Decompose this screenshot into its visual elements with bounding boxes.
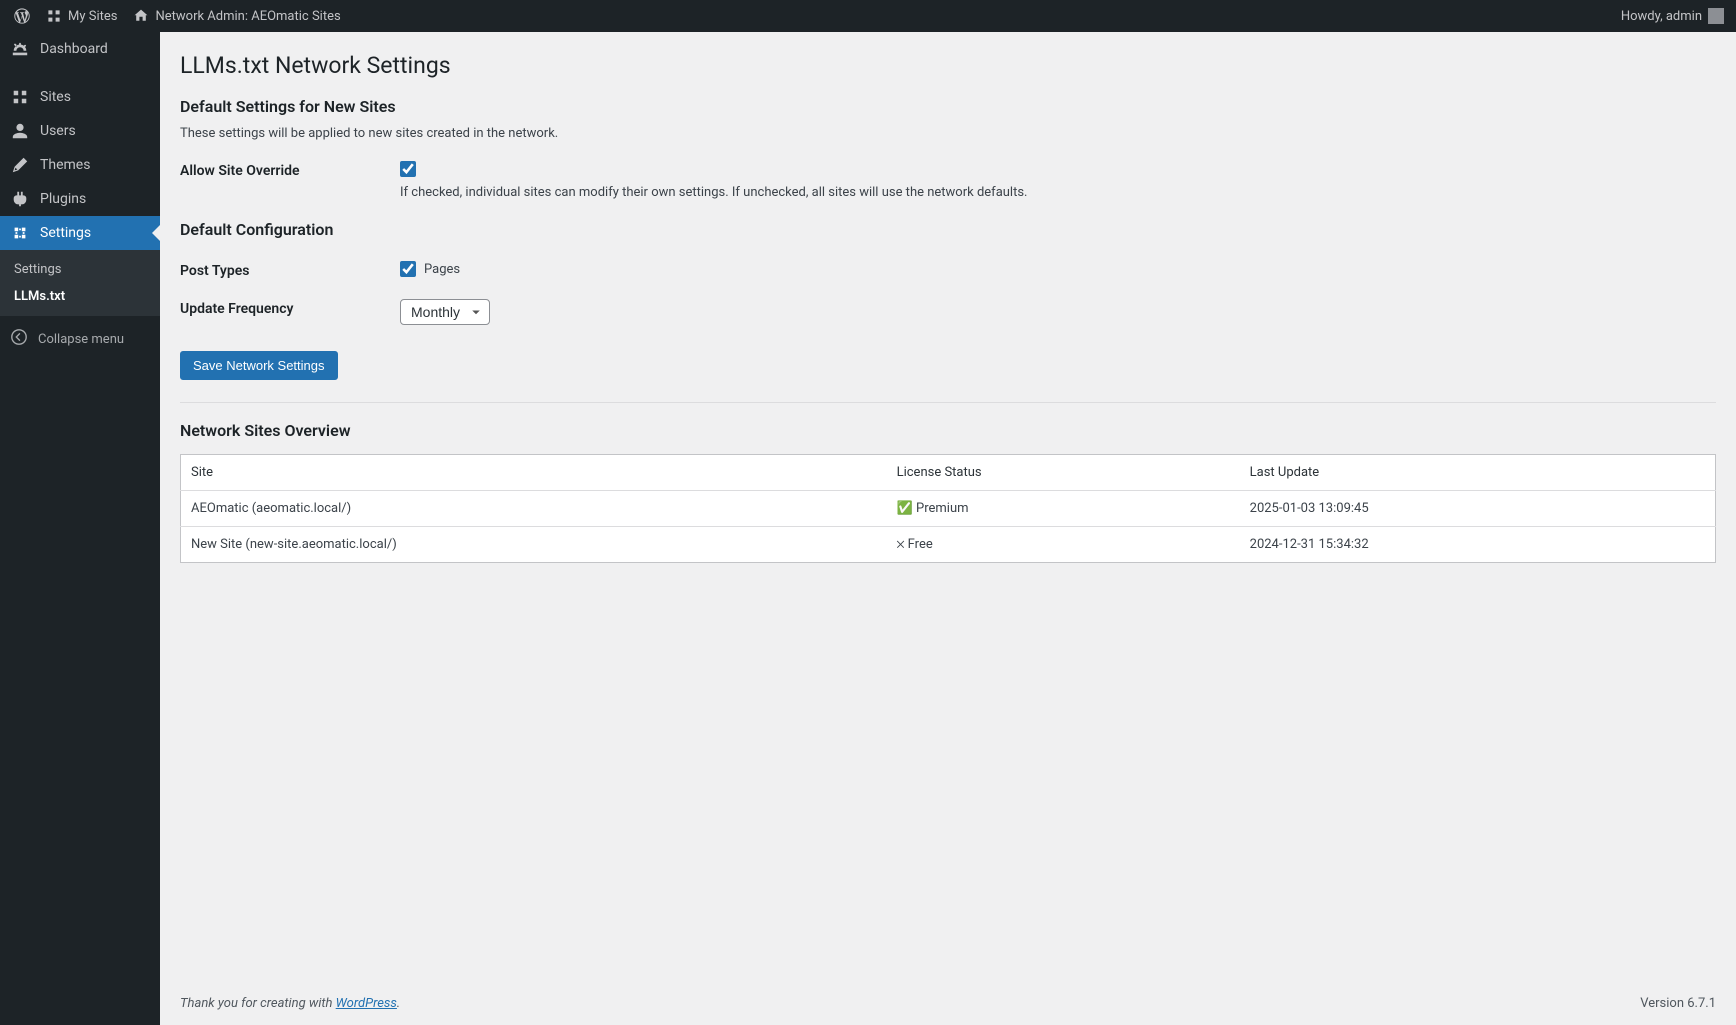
network-admin-label: Network Admin: AEOmatic Sites	[155, 9, 340, 24]
divider	[180, 402, 1716, 403]
menu-dashboard[interactable]: Dashboard	[0, 32, 160, 66]
update-frequency-label: Update Frequency	[180, 299, 400, 317]
dashboard-icon	[10, 40, 30, 58]
menu-dashboard-label: Dashboard	[40, 41, 108, 57]
footer-thanks-pre: Thank you for creating with	[180, 996, 336, 1011]
menu-themes-label: Themes	[40, 157, 90, 173]
menu-sites[interactable]: Sites	[0, 80, 160, 114]
submenu-llms[interactable]: LLMs.txt	[0, 283, 160, 310]
menu-plugins-label: Plugins	[40, 191, 86, 207]
settings-icon	[10, 224, 30, 242]
settings-submenu: Settings LLMs.txt	[0, 250, 160, 316]
menu-users[interactable]: Users	[0, 114, 160, 148]
status-icon-free: ❌	[897, 537, 905, 552]
collapse-label: Collapse menu	[38, 332, 124, 347]
cell-last-update: 2025-01-03 13:09:45	[1240, 491, 1716, 527]
section-defaults-desc: These settings will be applied to new si…	[180, 126, 1716, 141]
submenu-settings[interactable]: Settings	[0, 256, 160, 283]
table-row: New Site (new-site.aeomatic.local/) ❌ Fr…	[181, 527, 1716, 563]
howdy-account[interactable]: Howdy, admin	[1613, 0, 1724, 32]
my-sites-label: My Sites	[68, 9, 117, 24]
footer-thanks-post: .	[397, 996, 400, 1011]
network-admin-menu[interactable]: Network Admin: AEOmatic Sites	[125, 0, 348, 32]
my-sites-menu[interactable]: My Sites	[38, 0, 125, 32]
col-license: License Status	[887, 455, 1240, 491]
menu-themes[interactable]: Themes	[0, 148, 160, 182]
multisite-icon	[46, 8, 62, 24]
home-icon	[133, 8, 149, 24]
page-title: LLMs.txt Network Settings	[180, 52, 1716, 79]
cell-last-update: 2024-12-31 15:34:32	[1240, 527, 1716, 563]
allow-override-desc: If checked, individual sites can modify …	[400, 185, 1716, 200]
section-config-heading: Default Configuration	[180, 220, 1716, 239]
avatar	[1708, 8, 1724, 24]
status-icon-premium: ✅	[897, 501, 913, 516]
status-label: Premium	[916, 501, 969, 516]
post-types-pages-checkbox[interactable]	[400, 261, 416, 277]
howdy-text: Howdy, admin	[1621, 9, 1702, 24]
section-defaults-heading: Default Settings for New Sites	[180, 97, 1716, 116]
menu-settings-label: Settings	[40, 225, 91, 241]
col-site: Site	[181, 455, 887, 491]
menu-sites-label: Sites	[40, 89, 71, 105]
cell-license: ✅ Premium	[887, 491, 1240, 527]
admin-toolbar: My Sites Network Admin: AEOmatic Sites H…	[0, 0, 1736, 32]
sites-icon	[10, 88, 30, 106]
post-types-pages-label: Pages	[424, 262, 460, 277]
wordpress-logo-icon	[14, 8, 30, 24]
allow-override-checkbox[interactable]	[400, 161, 416, 177]
menu-settings[interactable]: Settings	[0, 216, 160, 250]
wp-logo-menu[interactable]	[6, 0, 38, 32]
menu-plugins[interactable]: Plugins	[0, 182, 160, 216]
collapse-icon	[10, 328, 28, 350]
collapse-menu[interactable]: Collapse menu	[0, 320, 160, 358]
admin-footer: Thank you for creating with WordPress. V…	[160, 982, 1736, 1025]
cell-license: ❌ Free	[887, 527, 1240, 563]
table-row: AEOmatic (aeomatic.local/) ✅ Premium 202…	[181, 491, 1716, 527]
plugins-icon	[10, 190, 30, 208]
overview-heading: Network Sites Overview	[180, 421, 1716, 440]
users-icon	[10, 122, 30, 140]
status-label: Free	[908, 537, 933, 552]
allow-override-label: Allow Site Override	[180, 161, 400, 179]
sites-table: Site License Status Last Update AEOmatic…	[180, 454, 1716, 563]
wordpress-link[interactable]: WordPress	[336, 996, 397, 1011]
col-last-update: Last Update	[1240, 455, 1716, 491]
menu-users-label: Users	[40, 123, 76, 139]
update-frequency-select[interactable]: Monthly	[400, 299, 490, 325]
post-types-label: Post Types	[180, 261, 400, 279]
cell-site: New Site (new-site.aeomatic.local/)	[181, 527, 887, 563]
themes-icon	[10, 156, 30, 174]
admin-sidebar: Dashboard Sites Users Themes Plugins Set…	[0, 32, 160, 1025]
main-content: LLMs.txt Network Settings Default Settin…	[160, 32, 1736, 1025]
version-text: Version 6.7.1	[1640, 996, 1716, 1011]
cell-site: AEOmatic (aeomatic.local/)	[181, 491, 887, 527]
save-network-settings-button[interactable]: Save Network Settings	[180, 351, 338, 380]
